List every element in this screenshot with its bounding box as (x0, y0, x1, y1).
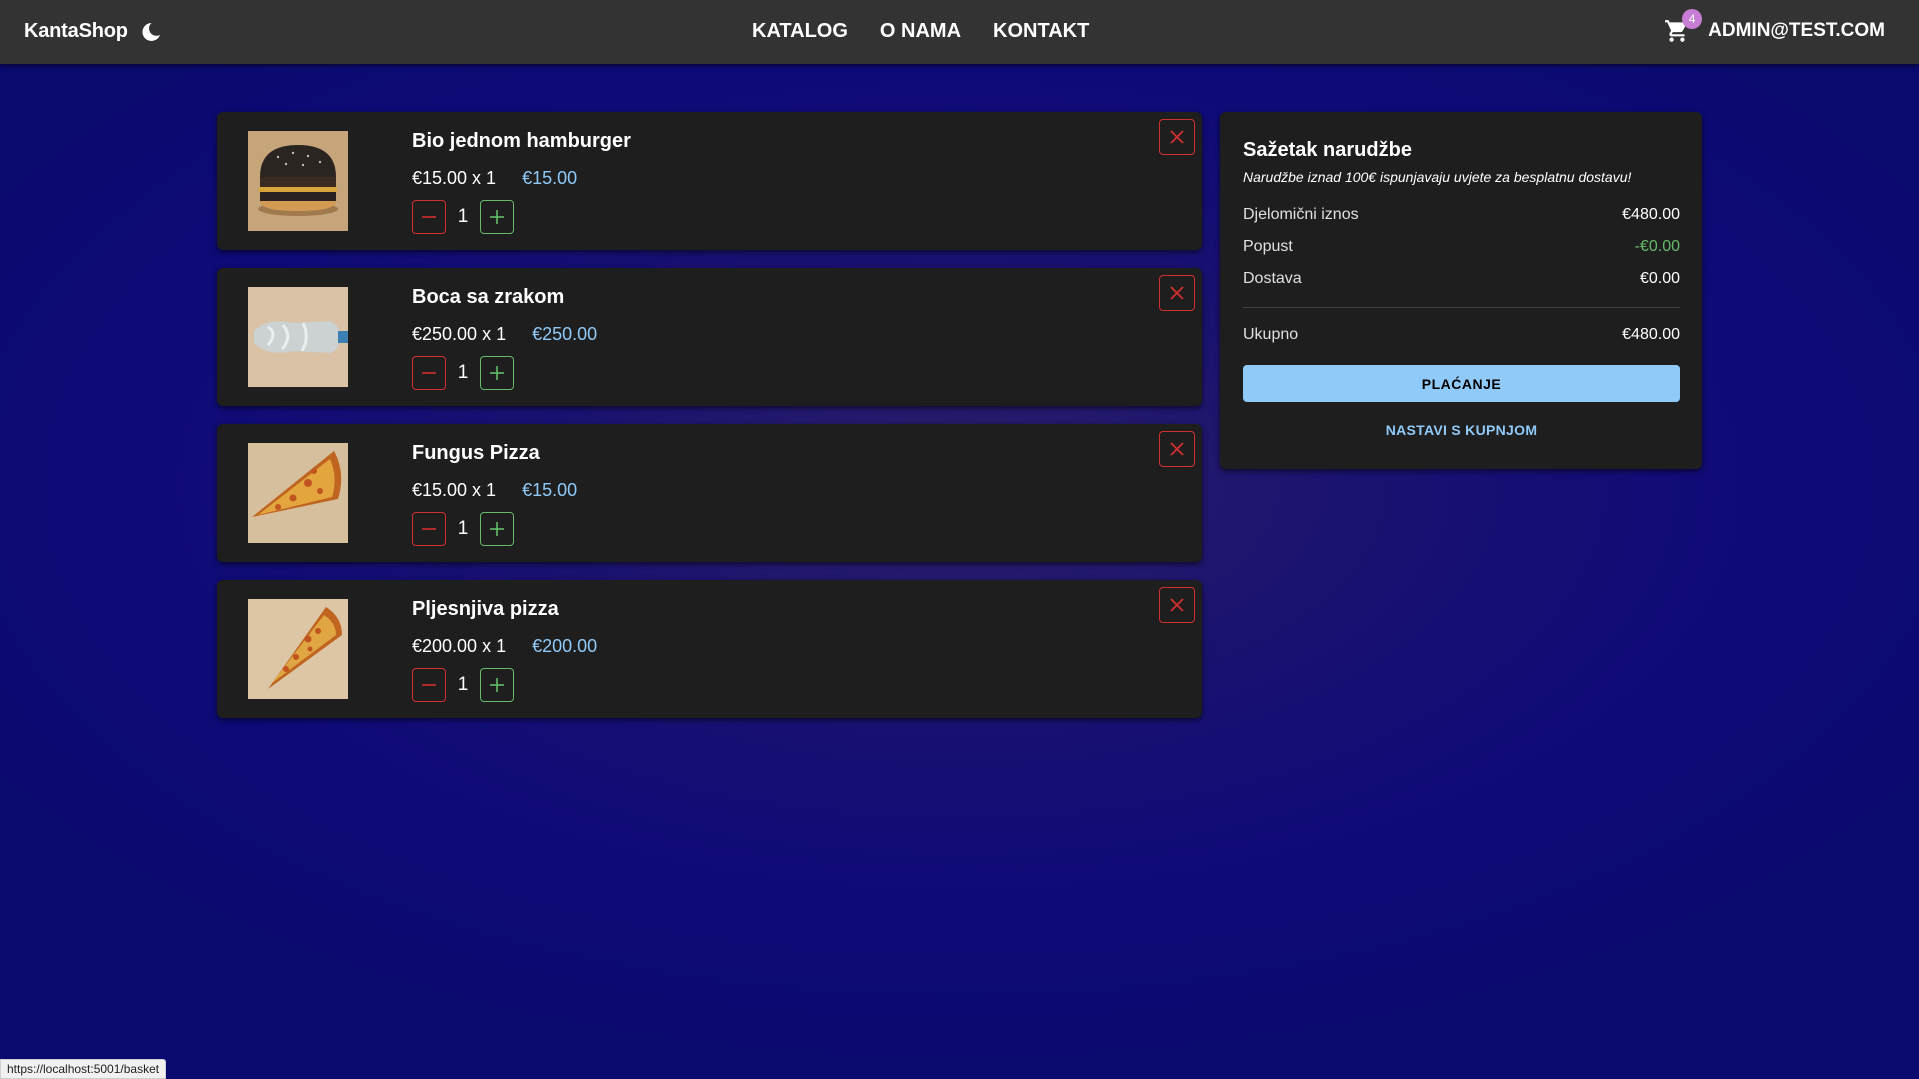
quantity-value: 1 (457, 518, 469, 539)
plus-icon (490, 522, 504, 536)
quantity-value: 1 (457, 206, 469, 227)
basket-item: Bio jednom hamburger €15.00 x 1 €15.00 1 (217, 112, 1202, 250)
brand[interactable]: KantaShop (24, 20, 162, 43)
minus-icon (422, 216, 436, 218)
decrease-quantity-button[interactable] (412, 668, 446, 702)
close-icon (1170, 442, 1184, 456)
item-price-row: €15.00 x 1 €15.00 (412, 168, 577, 189)
user-account-link[interactable]: ADMIN@TEST.COM (1708, 20, 1885, 42)
item-unit-price: €250.00 x 1 (412, 324, 507, 344)
total-label: Ukupno (1243, 326, 1299, 343)
discount-label: Popust (1243, 238, 1293, 255)
close-icon (1170, 286, 1184, 300)
item-total-price: €15.00 (522, 168, 578, 188)
checkout-button[interactable]: PLAĆANJE (1243, 365, 1680, 402)
item-total-price: €15.00 (522, 480, 578, 500)
increase-quantity-button[interactable] (480, 200, 514, 234)
item-price-row: €250.00 x 1 €250.00 (412, 324, 597, 345)
basket-item: Pljesnjiva pizza €200.00 x 1 €200.00 1 (217, 580, 1202, 718)
increase-quantity-button[interactable] (480, 512, 514, 546)
discount-value: -€0.00 (1634, 238, 1680, 255)
basket-item: Fungus Pizza €15.00 x 1 €15.00 1 (217, 424, 1202, 562)
remove-item-button[interactable] (1159, 119, 1195, 155)
main-nav: KATALOG O NAMA KONTAKT (752, 20, 1089, 43)
remove-item-button[interactable] (1159, 587, 1195, 623)
increase-quantity-button[interactable] (480, 668, 514, 702)
item-name[interactable]: Bio jednom hamburger (412, 130, 631, 153)
minus-icon (422, 528, 436, 530)
close-icon (1170, 130, 1184, 144)
total-value: €480.00 (1622, 326, 1680, 343)
quantity-value: 1 (457, 674, 469, 695)
product-image-burger (248, 131, 348, 231)
total-row: Ukupno €480.00 (1243, 326, 1680, 344)
shipping-value: €0.00 (1639, 270, 1680, 287)
decrease-quantity-button[interactable] (412, 512, 446, 546)
decrease-quantity-button[interactable] (412, 356, 446, 390)
item-name[interactable]: Fungus Pizza (412, 442, 540, 465)
free-shipping-note: Narudžbe iznad 100€ ispunjavaju uvjete z… (1243, 169, 1632, 185)
divider (1243, 307, 1680, 308)
quantity-stepper: 1 (412, 356, 514, 390)
subtotal-label: Djelomični iznos (1243, 206, 1359, 223)
cart-button[interactable]: 4 (1664, 9, 1703, 44)
status-bar-url: https://localhost:5001/basket (0, 1059, 167, 1079)
item-unit-price: €200.00 x 1 (412, 636, 507, 656)
nav-link-o-nama[interactable]: O NAMA (880, 20, 961, 43)
quantity-stepper: 1 (412, 200, 514, 234)
cart-count-badge: 4 (1682, 9, 1703, 29)
item-total-price: €250.00 (532, 324, 598, 344)
item-name[interactable]: Pljesnjiva pizza (412, 598, 559, 621)
discount-row: Popust -€0.00 (1243, 238, 1680, 256)
plus-icon (490, 210, 504, 224)
item-price-row: €200.00 x 1 €200.00 (412, 636, 597, 657)
subtotal-value: €480.00 (1622, 206, 1680, 223)
close-icon (1170, 598, 1184, 612)
nav-link-katalog[interactable]: KATALOG (752, 20, 848, 43)
shipping-label: Dostava (1243, 270, 1302, 287)
subtotal-row: Djelomični iznos €480.00 (1243, 206, 1680, 224)
shipping-row: Dostava €0.00 (1243, 270, 1680, 288)
plus-icon (490, 366, 504, 380)
brand-name[interactable]: KantaShop (24, 20, 128, 43)
nav-link-kontakt[interactable]: KONTAKT (993, 20, 1089, 43)
remove-item-button[interactable] (1159, 431, 1195, 467)
basket-item: Boca sa zrakom €250.00 x 1 €250.00 1 (217, 268, 1202, 406)
remove-item-button[interactable] (1159, 275, 1195, 311)
item-unit-price: €15.00 x 1 (412, 168, 497, 188)
summary-title: Sažetak narudžbe (1243, 139, 1412, 161)
product-image-pizza (248, 599, 348, 699)
item-price-row: €15.00 x 1 €15.00 (412, 480, 577, 501)
minus-icon (422, 684, 436, 686)
plus-icon (490, 678, 504, 692)
product-image-bottle (248, 287, 348, 387)
item-unit-price: €15.00 x 1 (412, 480, 497, 500)
increase-quantity-button[interactable] (480, 356, 514, 390)
app-bar: KantaShop KATALOG O NAMA KONTAKT 4 ADMIN… (0, 0, 1919, 64)
dark-mode-toggle-icon[interactable] (140, 21, 162, 43)
quantity-stepper: 1 (412, 512, 514, 546)
order-summary-card: Sažetak narudžbe Narudžbe iznad 100€ isp… (1220, 112, 1702, 469)
header-tools: 4 ADMIN@TEST.COM (1664, 9, 1885, 44)
product-image-pizza (248, 443, 348, 543)
quantity-stepper: 1 (412, 668, 514, 702)
quantity-value: 1 (457, 362, 469, 383)
continue-shopping-button[interactable]: NASTAVI S KUPNJOM (1243, 415, 1680, 445)
minus-icon (422, 372, 436, 374)
item-total-price: €200.00 (532, 636, 598, 656)
item-name[interactable]: Boca sa zrakom (412, 286, 564, 309)
decrease-quantity-button[interactable] (412, 200, 446, 234)
